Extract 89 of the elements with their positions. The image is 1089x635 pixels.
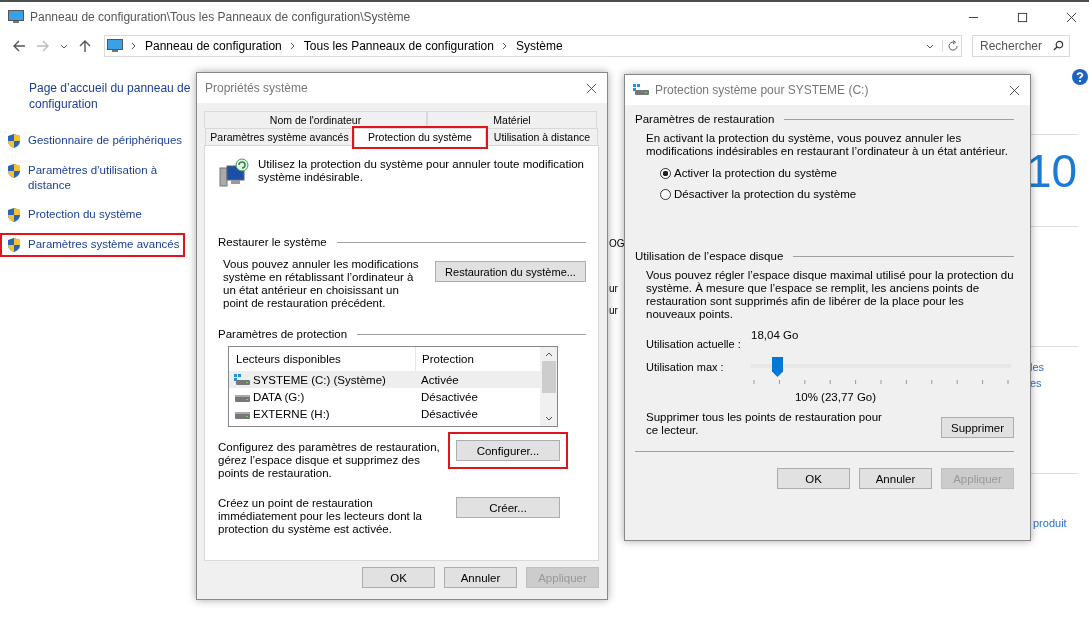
- section-heading: Paramètres de restauration: [635, 113, 775, 125]
- background-text: ur: [609, 306, 618, 316]
- refresh-icon[interactable]: [942, 40, 959, 52]
- breadcrumb[interactable]: Tous les Panneaux de configuration: [303, 39, 494, 53]
- background-text: OG: [609, 239, 625, 249]
- dialog-title: Protection système pour SYSTEME (C:): [655, 83, 869, 97]
- help-icon[interactable]: [1072, 69, 1088, 85]
- drive-name: DATA (G:): [253, 390, 305, 403]
- radio-option[interactable]: Activer la protection du système: [660, 167, 1014, 179]
- dialog-title: Propriétés système: [205, 81, 308, 95]
- dialog-button[interactable]: OK: [362, 567, 435, 588]
- search-field[interactable]: Rechercher: [972, 35, 1070, 57]
- up-arrow-icon[interactable]: [78, 39, 92, 53]
- computer-icon: [8, 10, 24, 24]
- delete-description: Supprimer tous les points de restauration pour ce lecteur.: [646, 411, 883, 438]
- drive-icon: [234, 373, 250, 386]
- section-heading: Paramètres de protection: [218, 328, 348, 340]
- control-panel-home-link[interactable]: Page d’accueil du panneau de configuration: [29, 80, 191, 112]
- delete-button[interactable]: Supprimer: [941, 417, 1014, 438]
- radio-button[interactable]: [660, 188, 671, 200]
- drive-row[interactable]: DATA (G:) Désactivée: [229, 388, 540, 405]
- shield-icon: [6, 237, 22, 253]
- protection-status: Activée: [420, 373, 460, 386]
- background-text: es: [1030, 378, 1042, 389]
- search-icon: [1053, 40, 1064, 51]
- chevron-right-icon: [289, 42, 296, 50]
- shield-icon: [6, 163, 22, 179]
- maximize-icon[interactable]: [1017, 11, 1028, 23]
- create-description: Créez un point de restauration immédiatement pour les lecteurs dont la protection du système est activée.: [218, 497, 423, 536]
- back-arrow-icon[interactable]: [12, 39, 26, 53]
- sidebar-item[interactable]: Protection du système: [0, 203, 148, 227]
- drive-icon: [633, 84, 649, 96]
- computer-restore-icon: [218, 158, 250, 190]
- section-heading: Restaurer le système: [218, 236, 327, 248]
- close-icon[interactable]: [1066, 11, 1077, 23]
- dialog-button[interactable]: Annuler: [444, 567, 517, 588]
- shield-icon: [6, 133, 22, 149]
- drive-row[interactable]: EXTERNE (H:) Désactivée: [229, 405, 540, 422]
- drive-name: SYSTEME (C:) (Système): [253, 373, 386, 386]
- protection-status: Désactivée: [420, 390, 479, 403]
- sidebar-item[interactable]: Paramètres d’utilisation à distance: [0, 159, 195, 197]
- chevron-down-icon[interactable]: [60, 42, 68, 50]
- breadcrumb[interactable]: Panneau de configuration: [145, 39, 282, 53]
- background-text: 10: [1026, 148, 1078, 194]
- chevron-down-icon[interactable]: [926, 42, 934, 50]
- drive-row[interactable]: SYSTEME (C:) (Système) Activée: [229, 371, 540, 388]
- disk-usage-description: Vous pouvez régler l’espace disque maximal utilisé pour la protection du système. À mesure que l’espace se remplit, les anciens points de restauration sont supprimés afin de libérer de la place pour les nouveaux points.: [646, 269, 1014, 321]
- radio-button[interactable]: [660, 167, 671, 179]
- drive-name: EXTERNE (H:): [253, 407, 330, 420]
- column-header[interactable]: Lecteurs disponibles: [229, 353, 415, 365]
- breadcrumb[interactable]: Système: [515, 39, 563, 53]
- computer-icon: [107, 39, 123, 53]
- close-icon[interactable]: [586, 82, 597, 94]
- chevron-right-icon: [131, 42, 137, 50]
- configure-description: Configurez des paramètres de restauration, gérez l’espace disque et supprimez des points de restauration.: [218, 441, 441, 480]
- current-usage-value: 18,04 Go: [751, 329, 799, 341]
- background-text: ur: [609, 284, 618, 294]
- tab[interactable]: Paramètres système avancés: [205, 128, 354, 145]
- intro-text: Utilisez la protection du système pour annuler toute modification système indésirable.: [258, 158, 585, 185]
- dialog-button[interactable]: Annuler: [859, 468, 932, 489]
- restore-description: Vous pouvez annuler les modifications système en rétablissant l’ordinateur à un état antérieur en choisissant un point de restauration précédent.: [223, 258, 420, 310]
- tab[interactable]: Matériel: [427, 111, 597, 128]
- dialog-button[interactable]: OK: [777, 468, 850, 489]
- section-heading: Utilisation de l’espace disque: [635, 250, 784, 262]
- create-button[interactable]: Créer...: [456, 497, 560, 518]
- tab[interactable]: Protection du système: [354, 128, 486, 147]
- shield-icon: [6, 207, 22, 223]
- chevron-right-icon: [501, 42, 508, 50]
- address-bar[interactable]: Panneau de configuration Tous les Panneaux de configuration Système: [104, 35, 962, 57]
- max-usage-label: Utilisation max :: [646, 361, 725, 373]
- system-restore-button[interactable]: Restauration du système...: [435, 261, 586, 282]
- window-title: Panneau de configuration\Tous les Panneaux de configuration\Système: [30, 10, 411, 24]
- configure-button[interactable]: Configurer...: [456, 440, 560, 461]
- sidebar-item[interactable]: Paramètres système avancés: [0, 233, 186, 257]
- restore-settings-description: En activant la protection du système, vous pouvez annuler les modifications indésirables en restaurant l’ordinateur à un état antérieur.: [646, 132, 1009, 158]
- slider-thumb[interactable]: [772, 357, 783, 377]
- background-text: les: [1030, 362, 1045, 373]
- close-icon[interactable]: [1009, 84, 1020, 96]
- max-usage-reading: 10% (23,77 Go): [794, 391, 877, 403]
- background-text: produit: [1033, 518, 1067, 529]
- tab[interactable]: Utilisation à distance: [486, 128, 598, 145]
- current-usage-label: Utilisation actuelle :: [646, 338, 742, 350]
- scroll-up-icon[interactable]: [544, 351, 553, 357]
- scrollbar[interactable]: [540, 347, 557, 426]
- radio-option[interactable]: Désactiver la protection du système: [660, 188, 1014, 200]
- protection-status: Désactivée: [420, 407, 479, 420]
- sidebar-item[interactable]: Gestionnaire de périphériques: [0, 129, 189, 153]
- tab[interactable]: Nom de l'ordinateur: [204, 111, 427, 128]
- scroll-down-icon[interactable]: [544, 416, 553, 422]
